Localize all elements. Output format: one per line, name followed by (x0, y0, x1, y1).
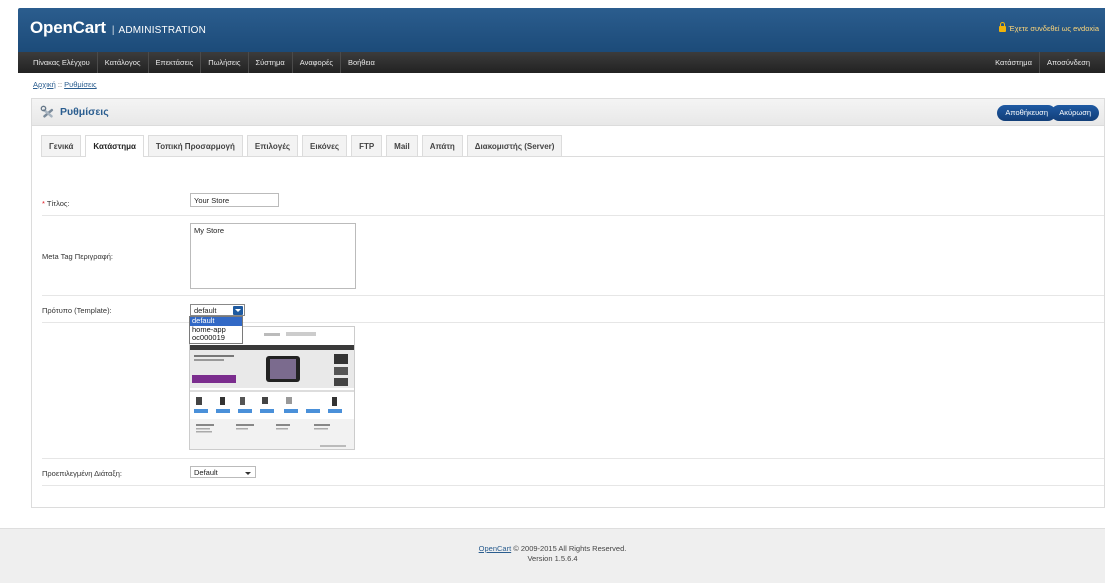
page-title: Ρυθμίσεις (60, 106, 109, 118)
main-menu: Πίνακας Ελέγχου Κατάλογος Επεκτάσεις Πωλ… (18, 52, 1105, 73)
brand-name: OpenCart (30, 18, 106, 37)
save-button[interactable]: Αποθήκευση (997, 105, 1056, 121)
tab-store[interactable]: Κατάστημα (85, 135, 144, 157)
tab-image[interactable]: Εικόνες (302, 135, 348, 156)
tab-server[interactable]: Διακομιστής (Server) (466, 135, 563, 156)
chevron-down-icon (245, 472, 251, 475)
template-label: Πρότυπο (Template): (42, 306, 112, 315)
menu-extensions[interactable]: Επεκτάσεις (149, 52, 202, 73)
tab-mail[interactable]: Mail (386, 135, 418, 156)
template-preview-image (189, 326, 355, 450)
lock-icon (998, 22, 1006, 32)
tab-ftp[interactable]: FTP (351, 135, 383, 156)
layout-row: Προεπιλεγμένη Διάταξη: Default (42, 459, 1104, 486)
title-input[interactable]: Your Store (190, 193, 279, 207)
top-header: OpenCart | ADMINISTRATION Έχετε συνδεθεί ω… (18, 8, 1105, 52)
logo-separator: | (111, 25, 115, 36)
breadcrumb-home[interactable]: Αρχική (33, 80, 56, 89)
breadcrumb-separator: :: (57, 80, 63, 89)
title-label: * Τίτλος: (42, 199, 70, 208)
menu-sales[interactable]: Πωλήσεις (201, 52, 249, 73)
footer-version: Version 1.5.6.4 (527, 554, 578, 563)
template-dropdown-list: default home-app oc000019 (189, 316, 243, 344)
tab-bar: Γενικά Κατάστημα Τοπική Προσαρμογή Επιλο… (41, 135, 566, 157)
tab-local[interactable]: Τοπική Προσαρμογή (147, 135, 243, 156)
settings-tools-icon (40, 105, 54, 118)
meta-description-textarea[interactable]: My Store (190, 223, 356, 289)
admin-label: ADMINISTRATION (118, 25, 207, 36)
template-option-oc000019[interactable]: oc000019 (190, 333, 242, 343)
meta-row: Meta Tag Περιγραφή: My Store (42, 216, 1104, 296)
default-layout-label: Προεπιλεγμένη Διάταξη: (42, 469, 122, 478)
footer-opencart-link[interactable]: OpenCart (479, 544, 512, 553)
menu-logout[interactable]: Αποσύνδεση (1040, 52, 1097, 73)
dropdown-arrow-icon (233, 306, 243, 315)
cancel-button[interactable]: Ακύρωση (1051, 105, 1099, 121)
logo[interactable]: OpenCart | ADMINISTRATION (30, 18, 206, 38)
tab-general[interactable]: Γενικά (41, 135, 82, 156)
menu-system[interactable]: Σύστημα (249, 52, 293, 73)
template-preview-graphic (190, 327, 354, 449)
template-select[interactable]: default (190, 304, 245, 316)
menu-help[interactable]: Βοήθεια (341, 52, 382, 73)
default-layout-select[interactable]: Default (190, 466, 256, 478)
menu-dashboard[interactable]: Πίνακας Ελέγχου (26, 52, 98, 73)
tab-fraud[interactable]: Απάτη (421, 135, 463, 156)
menu-reports[interactable]: Αναφορές (293, 52, 341, 73)
required-mark: * (42, 199, 45, 208)
tab-option[interactable]: Επιλογές (246, 135, 299, 156)
footer: OpenCart © 2009-2015 All Rights Reserved… (0, 528, 1105, 583)
box-heading: Ρυθμίσεις Αποθήκευση Ακύρωση (32, 99, 1104, 126)
title-row: * Τίτλος: Your Store (42, 189, 1104, 216)
breadcrumb-settings[interactable]: Ρυθμίσεις (64, 80, 97, 89)
footer-copyright: © 2009-2015 All Rights Reserved. (513, 544, 627, 553)
logged-in-text: Έχετε συνδεθεί ως evdoxia (1008, 24, 1099, 33)
meta-description-label: Meta Tag Περιγραφή: (42, 252, 113, 261)
logged-in-status: Έχετε συνδεθεί ως evdoxia (998, 22, 1099, 33)
menu-store[interactable]: Κατάστημα (988, 52, 1040, 73)
breadcrumb: Αρχική :: Ρυθμίσεις (33, 80, 97, 89)
menu-catalog[interactable]: Κατάλογος (98, 52, 149, 73)
footer-text: OpenCart © 2009-2015 All Rights Reserved… (0, 544, 1105, 564)
